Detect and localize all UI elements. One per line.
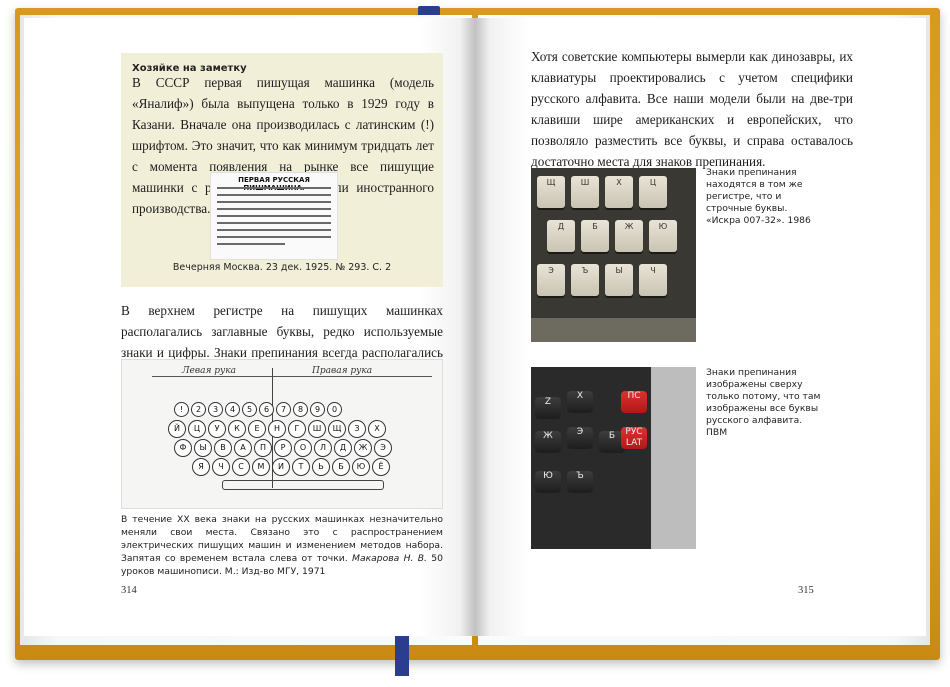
typewriter-key: 4 [225, 402, 240, 417]
typewriter-key: 7 [276, 402, 291, 417]
keyboard-key: Ж [535, 431, 561, 453]
typewriter-key: Х [368, 420, 386, 438]
top-letter-row: ЙЦУКЕНГШЩЗХ [168, 420, 386, 438]
typewriter-key: 5 [242, 402, 257, 417]
typewriter-key: М [252, 458, 270, 476]
typewriter-key: Ё [372, 458, 390, 476]
typewriter-key: Ц [188, 420, 206, 438]
spine-shadow [460, 18, 490, 636]
typewriter-key: Р [274, 439, 292, 457]
typewriter-key: П [254, 439, 272, 457]
keyboard-key: Ч [639, 264, 667, 296]
typewriter-key: Г [288, 420, 306, 438]
open-book: Хозяйке на заметку В СССР первая пишущая… [0, 0, 950, 687]
keyboard-key: РУС LAT [621, 427, 647, 449]
typewriter-key: 3 [208, 402, 223, 417]
keyboard-key: Х [567, 391, 593, 413]
right-body-text: Хотя советские компьютеры вымерли как ди… [531, 49, 853, 169]
typewriter-key: Л [314, 439, 332, 457]
keyboard-key: Б [581, 220, 609, 252]
keyboard-panel [651, 367, 696, 549]
typewriter-key: Я [192, 458, 210, 476]
typewriter-key: Ш [308, 420, 326, 438]
keyboard-key: Щ [537, 176, 565, 208]
keyboard-key: Ж [615, 220, 643, 252]
typewriter-key: 0 [327, 402, 342, 417]
digit-row: ! 2 3 4 5 6 7 8 9 0 [174, 402, 342, 417]
typewriter-key: Ч [212, 458, 230, 476]
typewriter-key: Ь [312, 458, 330, 476]
typewriter-key: Д [334, 439, 352, 457]
diagram-header-line [152, 376, 432, 377]
typewriter-key: О [294, 439, 312, 457]
typewriter-key: Н [268, 420, 286, 438]
bookmark-ribbon-bottom [395, 636, 409, 676]
keyboard-key: Ю [535, 471, 561, 493]
photo1-caption: Знаки препинания находятся в том же реги… [706, 167, 811, 226]
bottom-letter-row: ЯЧСМИТЬБЮЁ [192, 458, 390, 476]
typewriter-key: В [214, 439, 232, 457]
keyboard-key: Ш [571, 176, 599, 208]
keyboard-key: Х [605, 176, 633, 208]
typewriter-key: И [272, 458, 290, 476]
pvm-keyboard-photo: Z Х Ж Э Б Ю Ъ ПС РУС LAT [531, 367, 696, 549]
typewriter-key: Э [374, 439, 392, 457]
typewriter-key: Б [332, 458, 350, 476]
keyboard-key: Ъ [571, 264, 599, 296]
typewriter-keyboard-diagram: Левая рука Правая рука ! 2 3 4 5 6 7 8 9 0 ЙЦУКЕН… [121, 359, 443, 509]
typewriter-key: Й [168, 420, 186, 438]
keyboard-key: Ъ [567, 471, 593, 493]
typewriter-key: У [208, 420, 226, 438]
keyboard-key: Z [535, 397, 561, 419]
typewriter-key: А [234, 439, 252, 457]
typewriter-key: 2 [191, 402, 206, 417]
typewriter-key: Т [292, 458, 310, 476]
typewriter-key: 6 [259, 402, 274, 417]
typewriter-key: Е [248, 420, 266, 438]
page-number-right: 315 [798, 585, 814, 596]
photo2-caption: Знаки препинания изображены сверху тольк… [706, 367, 821, 438]
keyboard-key: Ц [639, 176, 667, 208]
page-number-left: 314 [121, 585, 137, 596]
keyboard-key: Ю [649, 220, 677, 252]
clipping-text-lines [217, 187, 331, 250]
left-hand-label: Левая рука [182, 366, 236, 376]
typewriter-key: К [228, 420, 246, 438]
newspaper-clipping: ПЕРВАЯ РУССКАЯ ПИШМАШИНА. [210, 172, 338, 260]
typewriter-key: Ю [352, 458, 370, 476]
typewriter-key: ! [174, 402, 189, 417]
keyboard-key: ПС [621, 391, 647, 413]
diagram-caption: В течение XX века знаки на русских машин… [121, 513, 443, 578]
keyboard-key: Д [547, 220, 575, 252]
typewriter-key: Ф [174, 439, 192, 457]
diagram-side-notes [126, 400, 148, 480]
keyboard-key: Ы [605, 264, 633, 296]
typewriter-key: Щ [328, 420, 346, 438]
keyboard-key: Э [567, 427, 593, 449]
iskra-keyboard-photo: ЩШХЦ ДБЖЮ ЭЪЫЧ [531, 168, 696, 342]
space-bar [222, 480, 384, 490]
keyboard-frame [531, 318, 696, 342]
typewriter-key: З [348, 420, 366, 438]
right-hand-label: Правая рука [312, 366, 373, 376]
typewriter-key: Ы [194, 439, 212, 457]
typewriter-key: С [232, 458, 250, 476]
diagram-caption-author: Макарова Н. В. [352, 553, 427, 564]
typewriter-key: Ж [354, 439, 372, 457]
keyboard-key: Э [537, 264, 565, 296]
typewriter-key: 8 [293, 402, 308, 417]
middle-letter-row: ФЫВАПРОЛДЖЭ [174, 439, 392, 457]
typewriter-key: 9 [310, 402, 325, 417]
clipping-caption: Вечерняя Москва. 23 дек. 1925. № 293. С.… [172, 262, 392, 273]
